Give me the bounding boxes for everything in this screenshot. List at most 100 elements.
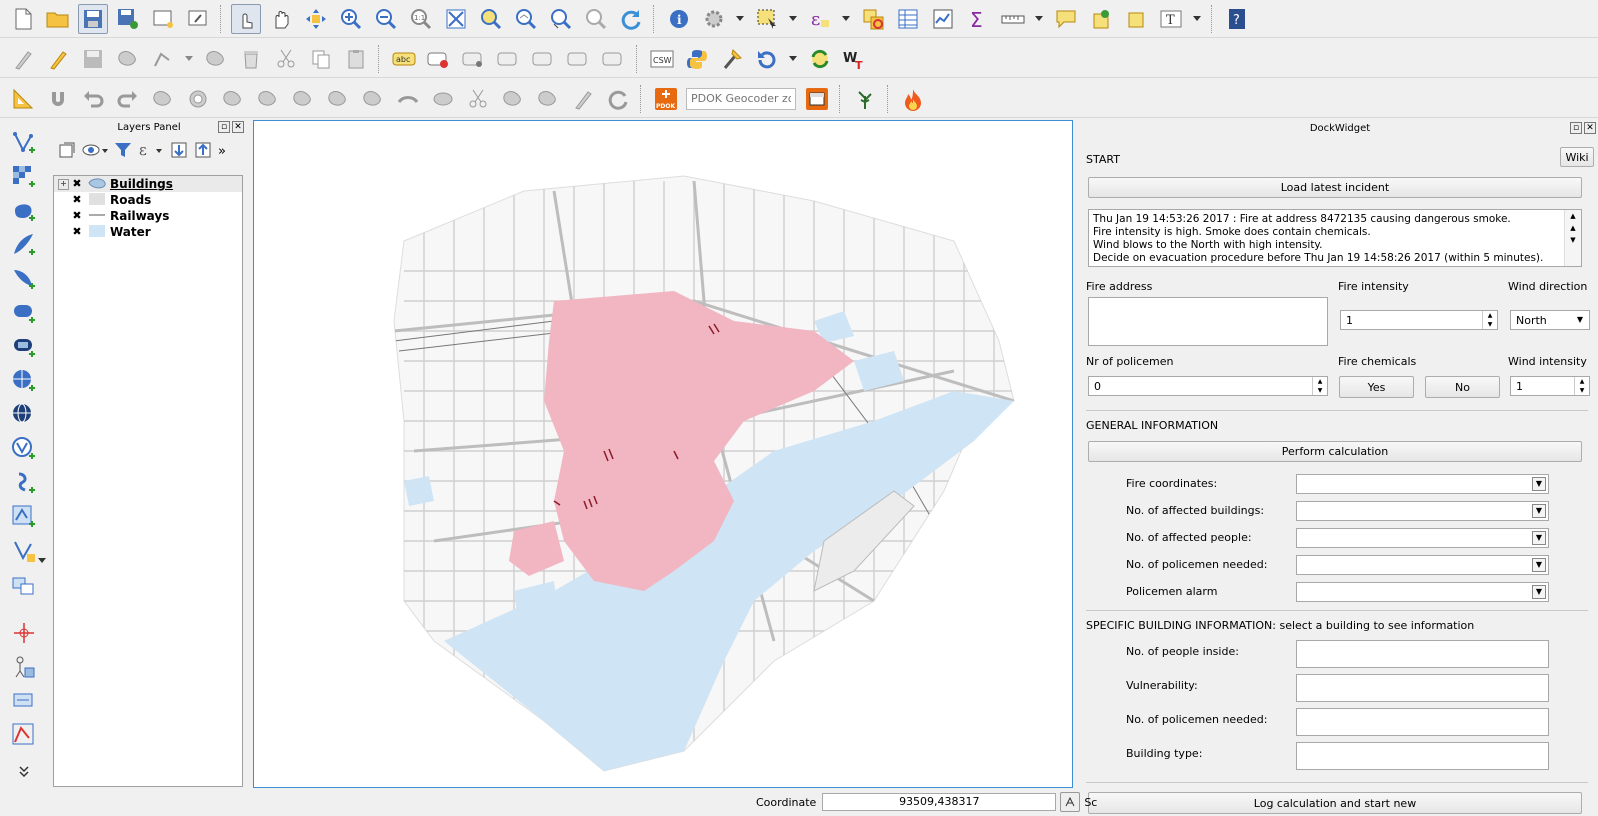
spin-up-icon[interactable]: ▲ bbox=[1575, 377, 1589, 386]
wkt-icon[interactable]: WT bbox=[840, 44, 870, 74]
chevron-down-icon[interactable]: ▼ bbox=[1532, 558, 1546, 572]
new-project-icon[interactable] bbox=[8, 4, 38, 34]
reshape-features-icon[interactable] bbox=[358, 84, 388, 114]
identify-features-icon[interactable]: i bbox=[664, 4, 694, 34]
perform-calculation-button[interactable]: Perform calculation bbox=[1088, 441, 1582, 462]
filter-legend-icon[interactable] bbox=[114, 141, 132, 162]
coordinate-field[interactable]: 93509,438317 bbox=[822, 793, 1057, 811]
float-panel-icon[interactable]: ▫ bbox=[218, 121, 230, 133]
manage-visibility-icon[interactable] bbox=[82, 141, 108, 162]
merge-features-icon[interactable] bbox=[498, 84, 528, 114]
no-button[interactable]: No bbox=[1425, 376, 1500, 398]
copy-features-icon[interactable] bbox=[306, 44, 336, 74]
offset-curve-icon[interactable] bbox=[393, 84, 423, 114]
fire-intensity-spinbox[interactable]: 1 ▲ ▼ bbox=[1340, 310, 1498, 330]
close-icon[interactable]: ✕ bbox=[1584, 122, 1596, 134]
zoom-last-icon[interactable] bbox=[546, 4, 576, 34]
collapse-all-icon[interactable] bbox=[194, 141, 212, 162]
statistical-summary-icon[interactable] bbox=[928, 4, 958, 34]
gps-tool-icon[interactable] bbox=[9, 652, 39, 682]
measure-icon[interactable] bbox=[998, 4, 1028, 34]
layer-checkbox[interactable]: ✖ bbox=[72, 226, 82, 237]
layer-row-water[interactable]: ✖ Water bbox=[54, 224, 242, 240]
fire-icon[interactable] bbox=[898, 84, 928, 114]
close-icon[interactable]: ✕ bbox=[232, 121, 244, 133]
spin-up-icon[interactable]: ▲ bbox=[1483, 311, 1497, 320]
spin-down-icon[interactable]: ▼ bbox=[1313, 386, 1327, 395]
zoom-to-layer-icon[interactable] bbox=[511, 4, 541, 34]
more-icon[interactable]: » bbox=[218, 144, 226, 159]
simplify-feature-icon[interactable] bbox=[148, 84, 178, 114]
toggle-extents-icon[interactable] bbox=[1060, 792, 1081, 812]
merge-attributes-icon[interactable] bbox=[533, 84, 563, 114]
nr-policemen-spinbox[interactable]: 0 ▲ ▼ bbox=[1088, 376, 1328, 396]
people-inside-field[interactable] bbox=[1296, 640, 1549, 668]
scrollbar[interactable]: ▲ ▲ ▼ bbox=[1564, 210, 1581, 266]
filter-by-expression-icon[interactable]: ε bbox=[138, 141, 164, 162]
chevron-down-icon[interactable]: ▼ bbox=[1532, 585, 1546, 599]
paste-features-icon[interactable] bbox=[341, 44, 371, 74]
layer-diagram-icon[interactable] bbox=[424, 44, 454, 74]
georeferencer-icon[interactable] bbox=[9, 686, 39, 716]
plugin-sync-icon[interactable] bbox=[805, 44, 835, 74]
incident-text[interactable]: Thu Jan 19 14:53:26 2017 : Fire at addre… bbox=[1088, 209, 1582, 267]
scroll-up-icon[interactable]: ▲ bbox=[1565, 222, 1581, 234]
add-wfs-layer-icon[interactable] bbox=[9, 434, 39, 464]
wiki-button[interactable]: Wiki bbox=[1560, 147, 1594, 167]
vulnerability-field[interactable] bbox=[1296, 674, 1549, 702]
pan-to-selection-icon[interactable] bbox=[301, 4, 331, 34]
zoom-to-selection-icon[interactable] bbox=[476, 4, 506, 34]
new-spatialite-layer-icon[interactable] bbox=[9, 536, 39, 566]
add-feature-icon[interactable] bbox=[113, 44, 143, 74]
new-bookmark-icon[interactable] bbox=[1086, 4, 1116, 34]
add-delimited-text-layer-icon[interactable] bbox=[9, 468, 39, 498]
deselect-features-icon[interactable] bbox=[858, 4, 888, 34]
delete-part-icon[interactable] bbox=[323, 84, 353, 114]
undo-icon[interactable] bbox=[78, 84, 108, 114]
add-mssql-layer-icon[interactable] bbox=[9, 264, 39, 294]
city-map[interactable] bbox=[254, 121, 1072, 787]
split-features-icon[interactable] bbox=[428, 84, 458, 114]
map-canvas[interactable] bbox=[253, 120, 1073, 788]
chevron-down-icon[interactable] bbox=[183, 44, 195, 74]
new-print-composer-icon[interactable] bbox=[148, 4, 178, 34]
change-label-icon[interactable] bbox=[599, 44, 629, 74]
select-features-icon[interactable] bbox=[752, 4, 782, 34]
cad-tools-icon[interactable] bbox=[8, 84, 38, 114]
chevron-down-icon[interactable]: ▼ bbox=[1532, 504, 1546, 518]
load-latest-incident-button[interactable]: Load latest incident bbox=[1088, 177, 1582, 198]
text-annotation-icon[interactable]: T bbox=[1156, 4, 1186, 34]
chevron-down-icon[interactable]: ▼ bbox=[1532, 531, 1546, 545]
zoom-out-icon[interactable] bbox=[371, 4, 401, 34]
rotate-feature-icon[interactable] bbox=[603, 84, 633, 114]
select-by-expression-icon[interactable]: ε bbox=[805, 4, 835, 34]
policemen-alarm-combo[interactable]: ▼ bbox=[1296, 582, 1549, 602]
add-ring-icon[interactable] bbox=[183, 84, 213, 114]
add-wcs-layer-icon[interactable] bbox=[9, 400, 39, 430]
map-tips-icon[interactable] bbox=[1051, 4, 1081, 34]
chevron-down-icon[interactable] bbox=[1191, 4, 1203, 34]
spin-down-icon[interactable]: ▼ bbox=[1483, 320, 1497, 329]
toggle-editing-icon[interactable] bbox=[43, 44, 73, 74]
more-tools-icon[interactable] bbox=[9, 756, 39, 786]
scroll-up-icon[interactable]: ▲ bbox=[1565, 210, 1581, 222]
layer-row-railways[interactable]: ✖ Railways bbox=[54, 208, 242, 224]
zoom-actual-size-icon[interactable]: 1:1 bbox=[406, 4, 436, 34]
delete-selected-icon[interactable] bbox=[236, 44, 266, 74]
topology-checker-icon[interactable] bbox=[9, 720, 39, 750]
layer-row-roads[interactable]: ✖ Roads bbox=[54, 192, 242, 208]
new-shapefile-layer-icon[interactable] bbox=[9, 502, 39, 532]
run-feature-action-icon[interactable] bbox=[699, 4, 729, 34]
open-project-icon[interactable] bbox=[43, 4, 73, 34]
add-part-icon[interactable] bbox=[218, 84, 248, 114]
pdok-icon[interactable]: PDOK bbox=[651, 84, 681, 114]
policemen-needed-combo[interactable]: ▼ bbox=[1296, 555, 1549, 575]
add-group-icon[interactable] bbox=[58, 141, 76, 162]
chevron-down-icon[interactable] bbox=[787, 4, 799, 34]
chevron-down-icon[interactable]: ▼ bbox=[1573, 314, 1587, 328]
layer-row-buildings[interactable]: + ✖ Buildings bbox=[54, 176, 242, 192]
capture-point-icon[interactable] bbox=[9, 618, 39, 648]
save-as-icon[interactable] bbox=[113, 4, 143, 34]
fire-address-field[interactable] bbox=[1088, 297, 1328, 346]
building-type-field[interactable] bbox=[1296, 742, 1549, 770]
